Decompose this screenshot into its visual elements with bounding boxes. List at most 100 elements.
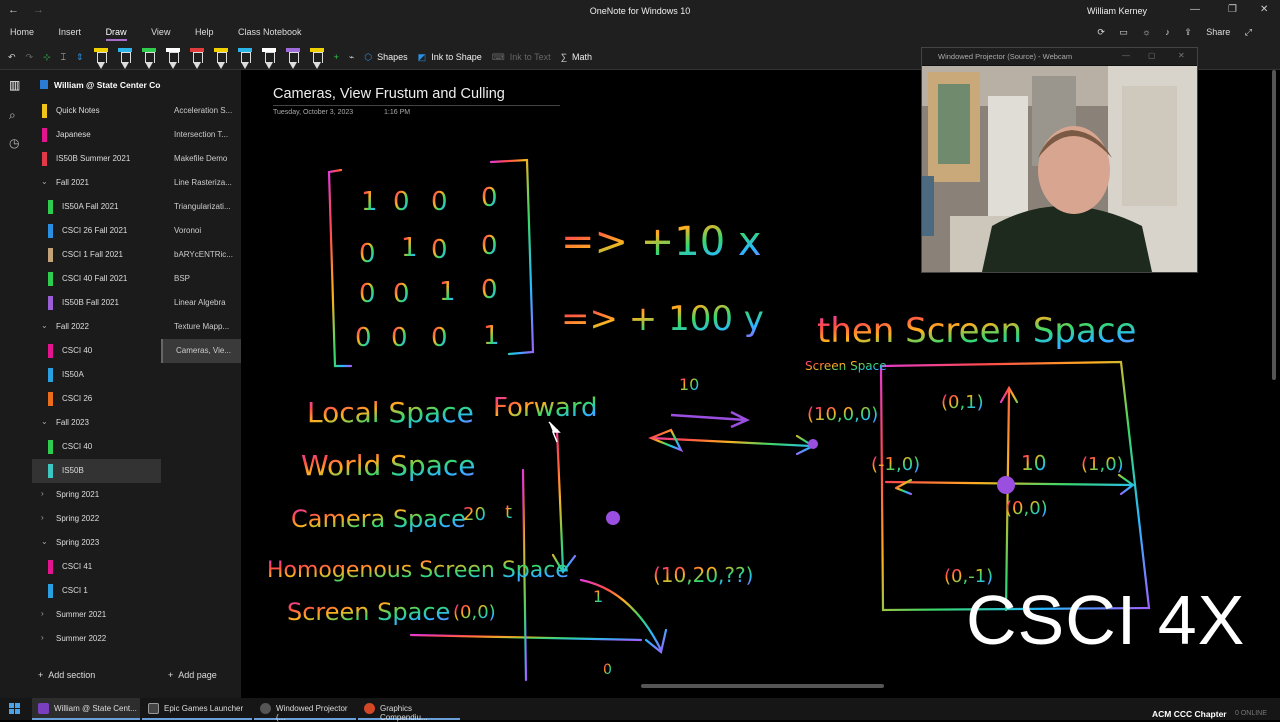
pen-7-icon[interactable] <box>237 48 252 69</box>
pen-10-icon[interactable] <box>309 48 324 69</box>
section-color-tab <box>48 392 53 406</box>
tab-help[interactable]: Help <box>195 27 214 37</box>
section-group[interactable]: ⌄ Fall 2023 <box>32 411 161 435</box>
pen-4-icon[interactable] <box>165 48 180 69</box>
redo-icon[interactable]: ↷ <box>26 52 34 63</box>
section-color-tab <box>48 296 53 310</box>
section-group[interactable]: › Spring 2022 <box>32 507 161 531</box>
select-objects-icon[interactable]: ⌶ <box>61 52 66 63</box>
ink-to-text-button[interactable]: ⌨ Ink to Text <box>492 52 551 63</box>
notebooks-icon[interactable]: ▥ <box>9 78 20 92</box>
taskbar-item-onenote[interactable]: William @ State Cent... <box>32 698 140 720</box>
section-item[interactable]: CSCI 40 <box>32 339 161 363</box>
add-page-button[interactable]: + Add page <box>168 670 217 680</box>
page-item[interactable]: BSP <box>161 267 241 291</box>
page-item[interactable]: Linear Algebra <box>161 291 241 315</box>
user-name[interactable]: William Kerney <box>1087 6 1147 16</box>
taskbar-item-epic[interactable]: Epic Games Launcher <box>142 698 252 720</box>
add-pen-icon[interactable]: + <box>334 52 339 62</box>
tab-class-notebook[interactable]: Class Notebook <box>238 27 302 37</box>
section-item[interactable]: IS50B Summer 2021 <box>32 147 161 171</box>
chevron-down-icon[interactable]: ⌄ <box>41 177 48 186</box>
section-item[interactable]: CSCI 1 <box>32 579 161 603</box>
undo-icon[interactable]: ↶ <box>8 52 16 63</box>
chevron-right-icon[interactable]: › <box>41 513 44 522</box>
pen-9-icon[interactable] <box>285 48 300 69</box>
tab-view[interactable]: View <box>151 27 170 37</box>
chevron-down-icon[interactable]: ⌄ <box>41 321 48 330</box>
chevron-right-icon[interactable]: › <box>41 489 44 498</box>
tab-draw[interactable]: Draw <box>105 27 127 41</box>
taskbar-item-powerpoint[interactable]: Graphics Compendiu... <box>358 698 460 722</box>
page-item[interactable]: Triangularizati... <box>161 195 241 219</box>
bell-icon[interactable]: ♪ <box>1165 27 1170 37</box>
page-item[interactable]: Cameras, Vie... <box>161 339 241 363</box>
page-item[interactable]: Line Rasteriza... <box>161 171 241 195</box>
section-label: CSCI 40 <box>62 346 93 355</box>
tab-insert[interactable]: Insert <box>59 27 82 37</box>
add-section-button[interactable]: + Add section <box>38 670 95 680</box>
expand-icon[interactable]: ⤢ <box>1245 27 1252 37</box>
section-item[interactable]: IS50A <box>32 363 161 387</box>
share-button[interactable]: ⇪ Share <box>1184 27 1230 37</box>
page-item[interactable]: Texture Mapp... <box>161 315 241 339</box>
section-group[interactable]: ⌄ Spring 2023 <box>32 531 161 555</box>
section-item[interactable]: CSCI 26 <box>32 387 161 411</box>
maximize-icon[interactable]: ▢ <box>1148 51 1156 60</box>
search-icon[interactable]: ⌕ <box>9 108 16 123</box>
ruler-icon[interactable]: ⌁ <box>349 52 354 63</box>
section-item[interactable]: CSCI 26 Fall 2021 <box>32 219 161 243</box>
chevron-down-icon[interactable]: ⌄ <box>41 417 48 426</box>
math-button[interactable]: ∑ Math <box>561 52 592 62</box>
close-icon[interactable]: ✕ <box>1178 51 1185 60</box>
projector-window[interactable]: Windowed Projector (Source) - Webcam — ▢… <box>921 47 1198 273</box>
section-item[interactable]: IS50B Fall 2021 <box>32 291 161 315</box>
shapes-button[interactable]: ⬡ Shapes <box>364 52 407 63</box>
taskbar-item-projector[interactable]: Windowed Projector (... <box>254 698 356 722</box>
section-group[interactable]: › Spring 2021 <box>32 483 161 507</box>
pen-1-icon[interactable] <box>93 48 108 69</box>
pen-2-icon[interactable] <box>117 48 132 69</box>
layout-icon[interactable]: ▭ <box>1119 27 1128 37</box>
projector-titlebar[interactable]: Windowed Projector (Source) - Webcam <box>922 48 1197 65</box>
ink-to-shape-button[interactable]: ◩ Ink to Shape <box>418 52 482 63</box>
pen-3-icon[interactable] <box>141 48 156 69</box>
maximize-icon[interactable]: ❐ <box>1228 4 1237 15</box>
section-item[interactable]: IS50B <box>32 459 161 483</box>
pen-6-icon[interactable] <box>213 48 228 69</box>
sync-icon[interactable]: ⟳ <box>1097 27 1105 37</box>
page-item[interactable]: Acceleration S... <box>161 99 241 123</box>
chevron-right-icon[interactable]: › <box>41 609 44 618</box>
chevron-right-icon[interactable]: › <box>41 633 44 642</box>
horizontal-scrollbar[interactable] <box>641 684 884 688</box>
section-item[interactable]: CSCI 41 <box>32 555 161 579</box>
section-item[interactable]: CSCI 40 <box>32 435 161 459</box>
section-item[interactable]: IS50A Fall 2021 <box>32 195 161 219</box>
section-item[interactable]: Quick Notes <box>32 99 161 123</box>
lightbulb-icon[interactable]: ☼ <box>1142 27 1150 37</box>
pen-8-icon[interactable] <box>261 48 276 69</box>
page-item[interactable]: Voronoi <box>161 219 241 243</box>
add-space-icon[interactable]: ⇕ <box>76 52 84 63</box>
section-item[interactable]: Japanese <box>32 123 161 147</box>
section-item[interactable]: CSCI 1 Fall 2021 <box>32 243 161 267</box>
close-icon[interactable]: ✕ <box>1260 4 1268 15</box>
page-item[interactable]: Makefile Demo <box>161 147 241 171</box>
pen-5-icon[interactable] <box>189 48 204 69</box>
section-group[interactable]: › Summer 2021 <box>32 603 161 627</box>
section-group[interactable]: ⌄ Fall 2022 <box>32 315 161 339</box>
section-group[interactable]: › Summer 2022 <box>32 627 161 651</box>
page-item[interactable]: Intersection T... <box>161 123 241 147</box>
tab-home[interactable]: Home <box>10 27 34 37</box>
minimize-icon[interactable]: — <box>1190 4 1200 15</box>
chevron-down-icon[interactable]: ⌄ <box>41 537 48 546</box>
windows-start-icon[interactable] <box>9 703 21 715</box>
vertical-scrollbar[interactable] <box>1272 70 1276 380</box>
recent-icon[interactable]: ◷ <box>9 136 19 150</box>
page-list: Acceleration S... Intersection T... Makefi… <box>161 70 241 698</box>
page-item[interactable]: bARYcENTRic... <box>161 243 241 267</box>
section-item[interactable]: CSCI 40 Fall 2021 <box>32 267 161 291</box>
minimize-icon[interactable]: — <box>1122 51 1130 60</box>
lasso-select-icon[interactable]: ⊹ <box>43 52 51 63</box>
section-group[interactable]: ⌄ Fall 2021 <box>32 171 161 195</box>
